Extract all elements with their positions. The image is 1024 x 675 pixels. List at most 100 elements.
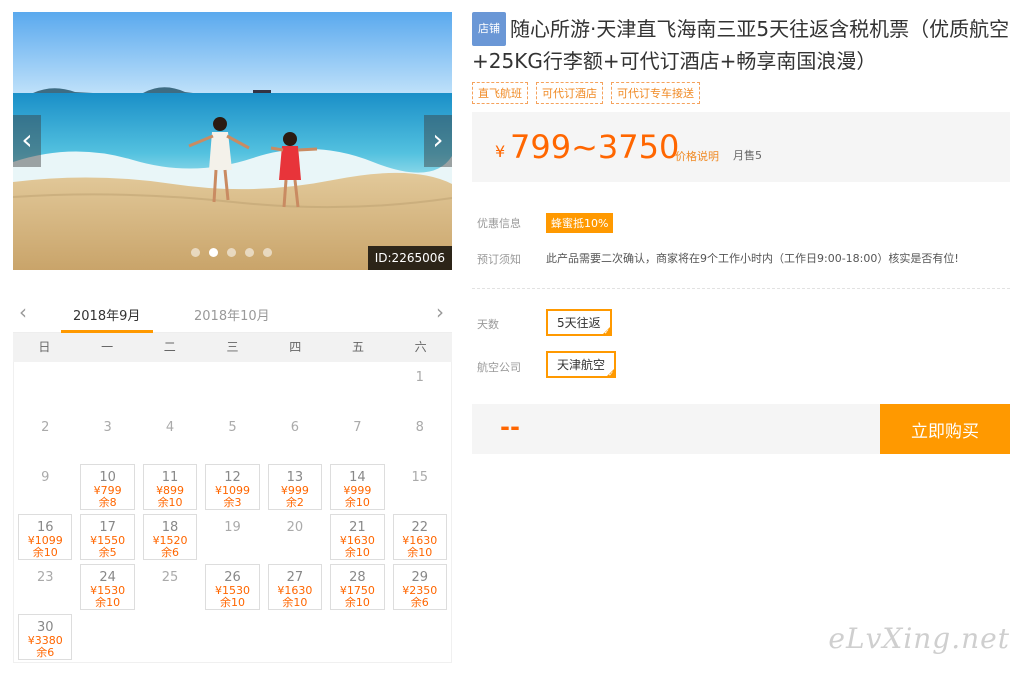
day-number: 29 bbox=[411, 570, 429, 585]
days-label: 天数 bbox=[477, 318, 499, 331]
day-number: 20 bbox=[286, 520, 304, 535]
calendar-day-available[interactable]: 18 ¥1520 余6 bbox=[142, 514, 198, 560]
day-number: 24 bbox=[99, 570, 116, 585]
shop-badge[interactable]: 店铺 bbox=[472, 12, 506, 46]
site-watermark: eLvXing.net bbox=[828, 622, 1010, 655]
calendar-day: 9 bbox=[14, 462, 76, 512]
airline-option-label: 天津航空 bbox=[557, 358, 606, 372]
photo-dot[interactable] bbox=[191, 248, 200, 257]
calendar-day-available[interactable]: 16 ¥1099 余10 bbox=[18, 514, 73, 560]
day-remaining-seats: 余10 bbox=[344, 496, 370, 509]
photo-dot[interactable] bbox=[227, 248, 236, 257]
day-number: 5 bbox=[228, 420, 237, 435]
day-remaining-seats: 余6 bbox=[36, 646, 55, 659]
calendar-day: 20 bbox=[264, 512, 326, 562]
calendar-month-tab-september[interactable]: 2018年9月 bbox=[73, 305, 140, 324]
calendar-day: 19 bbox=[201, 512, 263, 562]
day-number: 12 bbox=[224, 470, 241, 485]
calendar-day-available[interactable]: 24 ¥1530 余10 bbox=[80, 564, 135, 610]
weekday-label: 日 bbox=[38, 340, 51, 354]
calendar-day: 7 bbox=[326, 412, 388, 462]
day-number: 27 bbox=[286, 570, 304, 585]
calendar-day-available[interactable]: 28 ¥1750 余10 bbox=[330, 564, 385, 610]
tag-car-transfer[interactable]: 可代订专车接送 bbox=[611, 82, 700, 104]
weekday-label: 二 bbox=[163, 340, 176, 354]
booking-notice: 此产品需要二次确认，商家将在9个工作小时内（工作日9:00-18:00）核实是否… bbox=[546, 252, 959, 265]
calendar-day-available[interactable]: 27 ¥1630 余10 bbox=[267, 564, 323, 610]
calendar-day-available[interactable]: 21 ¥1630 余10 bbox=[330, 514, 385, 560]
calendar-day: 23 bbox=[14, 562, 76, 612]
calendar-day-available[interactable]: 26 ¥1530 余10 bbox=[205, 564, 260, 610]
calendar-header: ‹ 2018年9月 2018年10月 › bbox=[13, 296, 452, 333]
day-remaining-seats: 余10 bbox=[282, 596, 308, 609]
photo-prev-button[interactable]: ‹ bbox=[13, 115, 41, 167]
weekday-label: 五 bbox=[351, 340, 364, 354]
product-photo[interactable]: ‹ › ID:2265006 bbox=[13, 12, 452, 270]
calendar-month-tab-october[interactable]: 2018年10月 bbox=[194, 305, 270, 324]
weekday-label: 六 bbox=[414, 340, 427, 354]
calendar-day-available[interactable]: 11 ¥899 余10 bbox=[142, 464, 198, 510]
calendar-day-available[interactable]: 13 ¥999 余2 bbox=[267, 464, 323, 510]
day-number: 19 bbox=[224, 520, 241, 535]
days-option-5day-roundtrip[interactable]: 5天往返 ✓ bbox=[546, 309, 612, 336]
price-explanation-link[interactable]: 价格说明 bbox=[675, 148, 719, 164]
purchase-bar: -- 立即购买 bbox=[472, 404, 1010, 454]
calendar-day-available[interactable]: 14 ¥999 余10 bbox=[330, 464, 385, 510]
calendar-day: 15 bbox=[389, 462, 451, 512]
calendar-day-available[interactable]: 17 ¥1550 余5 bbox=[80, 514, 135, 560]
day-number: 7 bbox=[353, 420, 362, 435]
day-remaining-seats: 余8 bbox=[98, 496, 117, 509]
notice-label: 预订须知 bbox=[477, 253, 521, 266]
photo-next-button[interactable]: › bbox=[424, 115, 452, 167]
day-number: 16 bbox=[36, 520, 54, 535]
product-id-label: ID:2265006 bbox=[367, 246, 452, 270]
photo-pagination bbox=[191, 248, 272, 257]
calendar-day: 5 bbox=[201, 412, 263, 462]
day-number: 21 bbox=[349, 520, 366, 535]
beach-image bbox=[13, 12, 452, 270]
weekday-label: 三 bbox=[226, 340, 239, 354]
calendar-day-available[interactable]: 29 ¥2350 余6 bbox=[392, 564, 447, 610]
weekday-header: 日 一 二 三 四 五 六 bbox=[13, 333, 452, 362]
airline-option-tianjin-airlines[interactable]: 天津航空 ✓ bbox=[546, 351, 617, 378]
day-number: 25 bbox=[161, 570, 179, 585]
product-tags: 直飞航班 可代订酒店 可代订专车接送 bbox=[472, 82, 700, 104]
calendar-day-available[interactable]: 22 ¥1630 余10 bbox=[392, 514, 447, 560]
weekday-label: 四 bbox=[289, 340, 302, 354]
photo-dot[interactable] bbox=[263, 248, 272, 257]
day-number: 8 bbox=[415, 420, 424, 435]
day-number: 14 bbox=[349, 470, 366, 485]
photo-dot[interactable] bbox=[209, 248, 218, 257]
day-remaining-seats: 余10 bbox=[344, 546, 370, 559]
section-divider bbox=[472, 288, 1010, 289]
day-number: 10 bbox=[99, 470, 116, 485]
buy-now-button[interactable]: 立即购买 bbox=[880, 404, 1010, 454]
day-number: 15 bbox=[411, 470, 429, 485]
day-remaining-seats: 余10 bbox=[219, 596, 245, 609]
day-remaining-seats: 余3 bbox=[223, 496, 242, 509]
photo-dot[interactable] bbox=[245, 248, 254, 257]
calendar-empty-cell bbox=[139, 362, 201, 412]
calendar-day-available[interactable]: 10 ¥799 余8 bbox=[80, 464, 135, 510]
day-number: 18 bbox=[161, 520, 179, 535]
day-number: 11 bbox=[161, 470, 179, 485]
tag-hotel-booking[interactable]: 可代订酒店 bbox=[536, 82, 603, 104]
day-number: 23 bbox=[36, 570, 54, 585]
calendar-empty-cell bbox=[76, 362, 138, 412]
day-remaining-seats: 余10 bbox=[95, 596, 121, 609]
selected-check-icon: ✓ bbox=[603, 328, 610, 336]
product-title-block: 店铺 随心所游·天津直飞海南三亚5天往返含税机票（优质航空+25KG行李额+可代订… bbox=[472, 12, 1012, 76]
tag-direct-flight[interactable]: 直飞航班 bbox=[472, 82, 528, 104]
calendar-day-available[interactable]: 30 ¥3380 余6 bbox=[18, 614, 73, 660]
day-number: 26 bbox=[224, 570, 241, 585]
calendar-prev-month-button[interactable]: ‹ bbox=[19, 300, 27, 324]
calendar-day-available[interactable]: 12 ¥1099 余3 bbox=[205, 464, 260, 510]
airline-label: 航空公司 bbox=[477, 361, 521, 374]
calendar-day: 8 bbox=[389, 412, 451, 462]
weekday-label: 一 bbox=[101, 340, 114, 354]
calendar-next-month-button[interactable]: › bbox=[436, 300, 444, 324]
day-number: 17 bbox=[99, 520, 116, 535]
day-number: 3 bbox=[103, 420, 112, 435]
calendar-empty-cell bbox=[201, 362, 263, 412]
calendar-day: 25 bbox=[139, 562, 201, 612]
